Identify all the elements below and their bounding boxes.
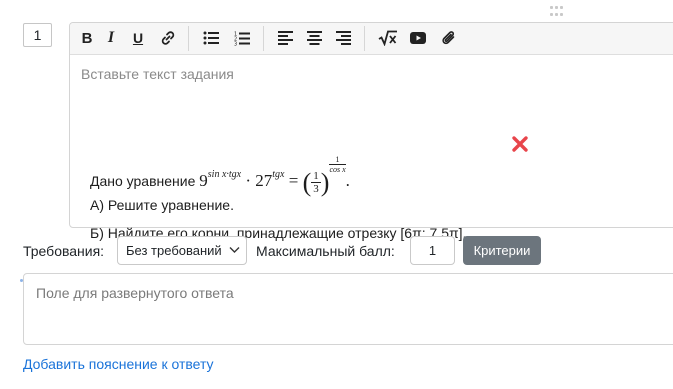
equation-formula: 9sin x·tgx · 27tgx = (1 3) 1 cos x.	[199, 155, 350, 197]
align-center-button[interactable]	[303, 27, 325, 49]
task-text-placeholder: Вставьте текст задания	[81, 66, 234, 82]
youtube-icon	[410, 32, 426, 44]
align-left-button[interactable]	[274, 27, 296, 49]
max-score-label: Максимальный балл:	[256, 243, 395, 259]
bold-button[interactable]: B	[76, 27, 98, 49]
task-number: 1	[23, 23, 52, 47]
link-icon	[161, 31, 175, 45]
youtube-button[interactable]	[407, 27, 429, 49]
bullet-list-icon	[203, 31, 219, 45]
attachment-button[interactable]	[438, 27, 460, 49]
task-editor: B I U 1 2 3 Вставьте текст задания Дано …	[69, 22, 673, 241]
align-center-icon	[306, 31, 322, 45]
numbered-list-icon: 1 2 3	[234, 31, 250, 46]
svg-text:3: 3	[234, 41, 237, 46]
answer-placeholder: Поле для развернутого ответа	[36, 285, 234, 301]
formula-button[interactable]	[375, 27, 401, 49]
criteria-button[interactable]: Критерии	[463, 236, 541, 265]
requirements-selected-value: Без требований	[126, 243, 222, 258]
equation-prefix: Дано уравнение	[90, 173, 196, 189]
underline-button[interactable]: U	[127, 27, 149, 49]
italic-button[interactable]: I	[100, 27, 122, 49]
requirements-label: Требования:	[23, 243, 105, 259]
drag-handle-icon[interactable]	[550, 6, 564, 18]
add-explanation-link[interactable]: Добавить пояснение к ответу	[23, 356, 214, 372]
link-button[interactable]	[157, 27, 179, 49]
align-right-button[interactable]	[332, 27, 354, 49]
max-score-input[interactable]: 1	[410, 236, 455, 265]
align-right-icon	[335, 31, 351, 45]
formula-icon	[378, 30, 397, 46]
answer-textarea[interactable]: Поле для развернутого ответа	[23, 273, 673, 345]
editor-content-area[interactable]: Вставьте текст задания Дано уравнение 9s…	[70, 55, 673, 241]
delete-icon[interactable]	[511, 135, 529, 153]
attachment-icon	[442, 31, 455, 45]
task-part-a: А) Решите уравнение.	[90, 197, 234, 213]
bullet-list-button[interactable]	[200, 27, 222, 49]
equation-line: Дано уравнение 9sin x·tgx · 27tgx = (1 3)…	[90, 155, 350, 198]
editor-toolbar: B I U 1 2 3	[70, 23, 673, 55]
align-left-icon	[277, 31, 293, 45]
requirements-select[interactable]: Без требований	[117, 236, 247, 265]
numbered-list-button[interactable]: 1 2 3	[231, 27, 253, 49]
requirements-row: Требования: Без требований Максимальный …	[23, 236, 673, 265]
chevron-down-icon	[229, 247, 240, 253]
